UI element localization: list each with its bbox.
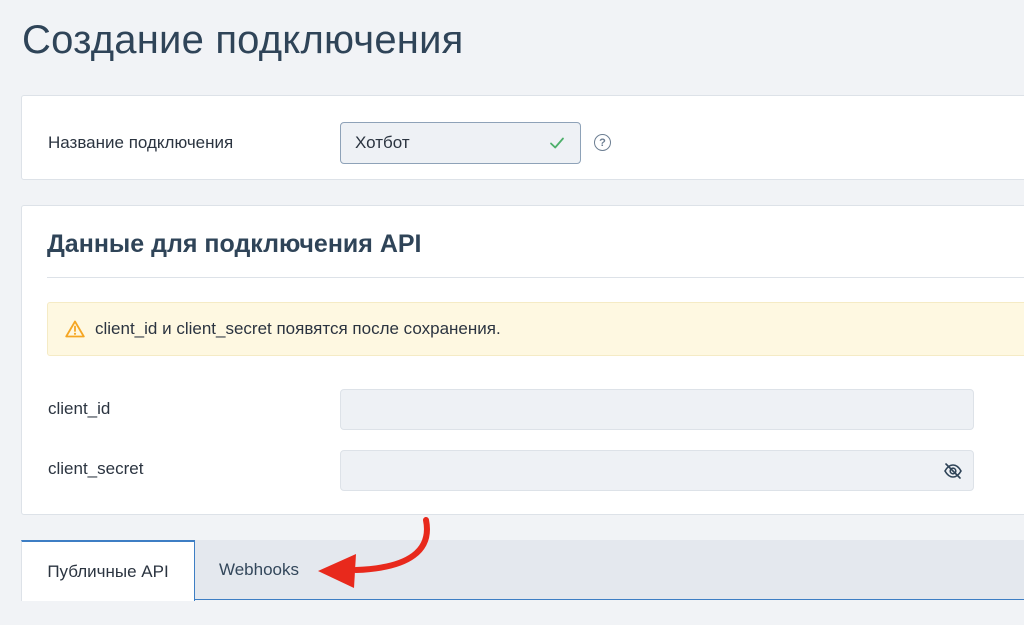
section-divider	[47, 277, 1024, 278]
client-secret-input[interactable]	[340, 450, 974, 491]
warning-triangle-icon	[65, 320, 85, 338]
curved-arrow-icon	[318, 517, 430, 588]
help-circle-icon[interactable]: ?	[594, 134, 611, 151]
alert-text: client_id и client_secret появятся после…	[95, 319, 501, 338]
connection-name-input[interactable]: Хотбот	[340, 122, 581, 164]
api-credentials-card: Данные для подключения API client_id и c…	[21, 205, 1024, 515]
connection-name-value: Хотбот	[355, 133, 410, 152]
eye-slash-icon[interactable]	[943, 461, 963, 481]
api-section-title: Данные для подключения API	[47, 230, 422, 258]
client-id-input[interactable]	[340, 389, 974, 430]
page-title: Создание подключения	[22, 18, 464, 62]
connection-name-card: Название подключения Хотбот ?	[21, 95, 1024, 180]
check-icon	[548, 134, 566, 152]
tab-public-api[interactable]: Публичные API	[21, 540, 195, 601]
tabs-bar: Публичные API Webhooks	[21, 540, 1024, 601]
warning-alert: client_id и client_secret появятся после…	[47, 302, 1024, 356]
client-id-label: client_id	[48, 399, 111, 418]
connection-name-label: Название подключения	[48, 133, 234, 152]
client-secret-label: client_secret	[48, 459, 144, 478]
